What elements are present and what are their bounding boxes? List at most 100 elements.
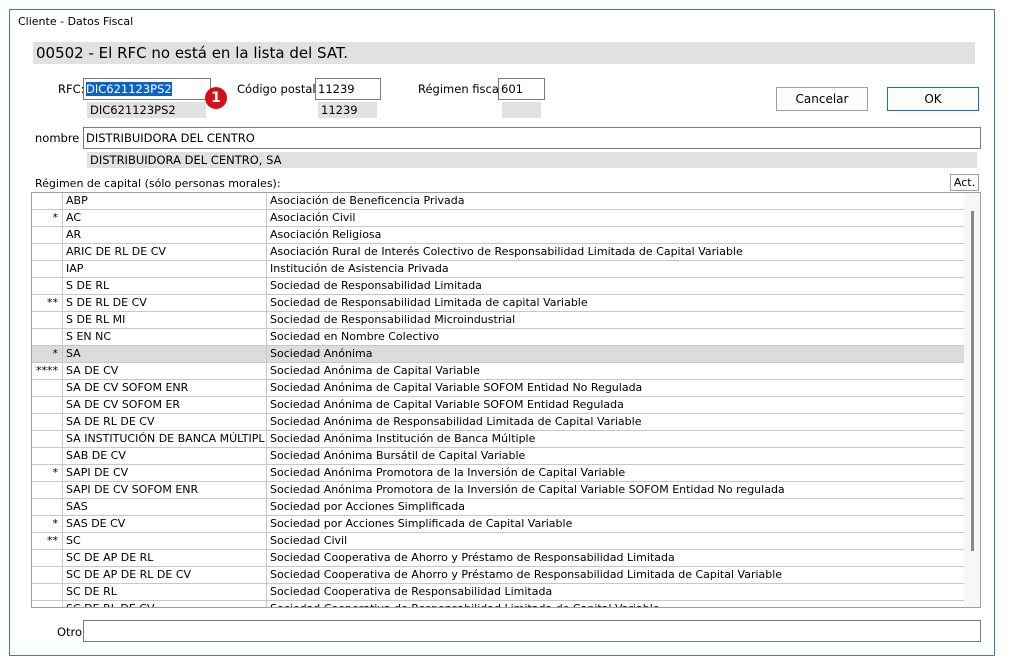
nombre-reference: DISTRIBUIDORA DEL CENTRO, SA bbox=[87, 152, 977, 168]
table-row[interactable]: SA DE CV SOFOM ENR Sociedad Anónima de Ca… bbox=[32, 380, 965, 397]
row-description: Sociedad Anónima de Capital Variable bbox=[270, 364, 480, 377]
table-row[interactable]: ARIC DE RL DE CV Asociación Rural de Inte… bbox=[32, 244, 965, 261]
row-mark bbox=[32, 397, 63, 413]
table-row[interactable]: SAS Sociedad por Acciones Simplificada bbox=[32, 499, 965, 516]
table-row[interactable]: SAPI DE CV SOFOM ENR Sociedad Anónima Pro… bbox=[32, 482, 965, 499]
row-code: S DE RL MI bbox=[63, 312, 267, 328]
row-description: Sociedad en Nombre Colectivo bbox=[270, 330, 440, 343]
row-mark bbox=[32, 244, 63, 260]
row-description: Sociedad Anónima de Responsabilidad Limi… bbox=[270, 415, 642, 428]
table-row[interactable]: SC DE RL Sociedad Cooperativa de Responsa… bbox=[32, 584, 965, 601]
row-mark bbox=[32, 499, 63, 515]
row-mark bbox=[32, 380, 63, 396]
table-row[interactable]: **** SA DE CV Sociedad Anónima de Capital … bbox=[32, 363, 965, 380]
row-description: Sociedad Cooperativa de Responsabilidad … bbox=[267, 601, 965, 607]
row-code: SC DE AP DE RL DE CV bbox=[63, 567, 267, 583]
capital-table[interactable]: ABP Asociación de Beneficencia Privada * AC… bbox=[31, 192, 981, 608]
scrollbar-thumb[interactable] bbox=[971, 211, 974, 551]
row-mark: ** bbox=[32, 295, 63, 311]
row-mark bbox=[32, 261, 63, 277]
row-code: S EN NC bbox=[63, 329, 267, 345]
row-mark bbox=[32, 431, 63, 447]
cancel-button[interactable]: Cancelar bbox=[776, 87, 868, 111]
table-row[interactable]: SA INSTITUCIÓN DE BANCA MÚLTIPL Sociedad … bbox=[32, 431, 965, 448]
table-row[interactable]: SAB DE CV Sociedad Anónima Bursátil de Ca… bbox=[32, 448, 965, 465]
row-mark: ** bbox=[32, 533, 63, 549]
row-code: IAP bbox=[63, 261, 267, 277]
row-mark: * bbox=[32, 465, 63, 481]
table-row[interactable]: SA DE RL DE CV Sociedad Anónima de Respon… bbox=[32, 414, 965, 431]
row-description: Asociación Civil bbox=[270, 211, 356, 224]
row-mark: * bbox=[32, 346, 63, 362]
table-row[interactable]: S DE RL MI Sociedad de Responsabilidad Mi… bbox=[32, 312, 965, 329]
row-mark bbox=[32, 448, 63, 464]
postal-input[interactable]: 11239 bbox=[315, 78, 381, 100]
row-mark bbox=[32, 329, 63, 345]
row-description: Asociación de Beneficencia Privada bbox=[270, 194, 465, 207]
row-description: Asociación Rural de Interés Colectivo de… bbox=[270, 245, 743, 258]
row-code: SA DE CV SOFOM ER bbox=[63, 397, 267, 413]
table-row[interactable]: * SAS DE CV Sociedad por Acciones Simplifi… bbox=[32, 516, 965, 533]
step-badge: 1 bbox=[205, 87, 227, 109]
error-message: 00502 - El RFC no está en la lista del S… bbox=[33, 42, 975, 64]
row-description: Sociedad Anónima Bursátil de Capital Var… bbox=[270, 449, 526, 462]
table-row[interactable]: S EN NC Sociedad en Nombre Colectivo bbox=[32, 329, 965, 346]
row-description: Sociedad Cooperativa de Responsabilidad … bbox=[270, 585, 553, 598]
regimen-input[interactable]: 601 bbox=[498, 78, 545, 100]
table-row[interactable]: SA DE CV SOFOM ER Sociedad Anónima de Cap… bbox=[32, 397, 965, 414]
table-row[interactable]: AR Asociación Religiosa bbox=[32, 227, 965, 244]
row-code: SA DE CV bbox=[63, 363, 267, 379]
capital-label: Régimen de capital (sólo personas morale… bbox=[35, 177, 281, 190]
row-mark bbox=[32, 227, 63, 243]
row-mark: * bbox=[32, 210, 63, 226]
row-code: SAS bbox=[63, 499, 267, 515]
table-row[interactable]: ** SC Sociedad Civil bbox=[32, 533, 965, 550]
table-row[interactable]: SC DE AP DE RL Sociedad Cooperativa de Ah… bbox=[32, 550, 965, 567]
regimen-reference bbox=[502, 102, 541, 118]
row-code: SAPI DE CV bbox=[63, 465, 267, 481]
otro-input[interactable] bbox=[83, 620, 981, 642]
row-description: Sociedad de Responsabilidad Limitada de … bbox=[270, 296, 588, 309]
row-description: Sociedad Anónima Promotora de la Inversi… bbox=[270, 466, 626, 479]
table-row[interactable]: IAP Institución de Asistencia Privada bbox=[32, 261, 965, 278]
rfc-input[interactable]: DIC621123PS2 bbox=[83, 78, 211, 100]
row-code: S DE RL bbox=[63, 278, 267, 294]
row-code: SC DE RL bbox=[63, 584, 267, 600]
row-description: Sociedad Cooperativa de Ahorro y Préstam… bbox=[270, 551, 675, 564]
postal-label: Código postal: bbox=[237, 82, 320, 96]
row-description: Sociedad Cooperativa de Ahorro y Préstam… bbox=[270, 568, 783, 581]
vertical-scrollbar[interactable] bbox=[964, 193, 980, 607]
table-row[interactable]: ** S DE RL DE CV Sociedad de Responsabilid… bbox=[32, 295, 965, 312]
table-row[interactable]: SC DE AP DE RL DE CV Sociedad Cooperativa… bbox=[32, 567, 965, 584]
ok-button[interactable]: OK bbox=[887, 87, 979, 111]
table-row[interactable]: SC DE RL DE CVSociedad Cooperativa de Re… bbox=[32, 601, 965, 607]
row-mark bbox=[32, 414, 63, 430]
row-code: ABP bbox=[63, 193, 267, 209]
row-code: AC bbox=[63, 210, 267, 226]
row-code: SAB DE CV bbox=[63, 448, 267, 464]
row-description: Sociedad Anónima Institución de Banca Mú… bbox=[270, 432, 536, 445]
row-mark: * bbox=[32, 516, 63, 532]
table-row[interactable]: * AC Asociación Civil bbox=[32, 210, 965, 227]
table-row[interactable]: * SA Sociedad Anónima bbox=[32, 346, 965, 363]
row-code: SAS DE CV bbox=[63, 516, 267, 532]
row-mark bbox=[32, 601, 63, 607]
row-code: SA DE CV SOFOM ENR bbox=[63, 380, 267, 396]
dialog-window: Cliente - Datos Fiscal 00502 - El RFC no… bbox=[9, 9, 995, 656]
row-description: Sociedad de Responsabilidad Microindustr… bbox=[270, 313, 516, 326]
row-code: SA INSTITUCIÓN DE BANCA MÚLTIPL bbox=[63, 431, 267, 447]
row-code: S DE RL DE CV bbox=[63, 295, 267, 311]
otro-label: Otro: bbox=[57, 625, 86, 639]
nombre-label: nombre bbox=[35, 131, 80, 145]
rfc-value: DIC621123PS2 bbox=[86, 82, 172, 96]
row-mark bbox=[32, 584, 63, 600]
table-row[interactable]: * SAPI DE CV Sociedad Anónima Promotora de… bbox=[32, 465, 965, 482]
act-button[interactable]: Act. bbox=[950, 174, 979, 191]
row-description: Sociedad de Responsabilidad Limitada bbox=[270, 279, 482, 292]
row-code: SA bbox=[63, 346, 267, 362]
table-row[interactable]: S DE RL Sociedad de Responsabilidad Limit… bbox=[32, 278, 965, 295]
table-row[interactable]: ABP Asociación de Beneficencia Privada bbox=[32, 193, 965, 210]
postal-reference: 11239 bbox=[318, 102, 377, 118]
nombre-input[interactable]: DISTRIBUIDORA DEL CENTRO bbox=[83, 127, 981, 149]
row-code: SAPI DE CV SOFOM ENR bbox=[63, 482, 267, 498]
